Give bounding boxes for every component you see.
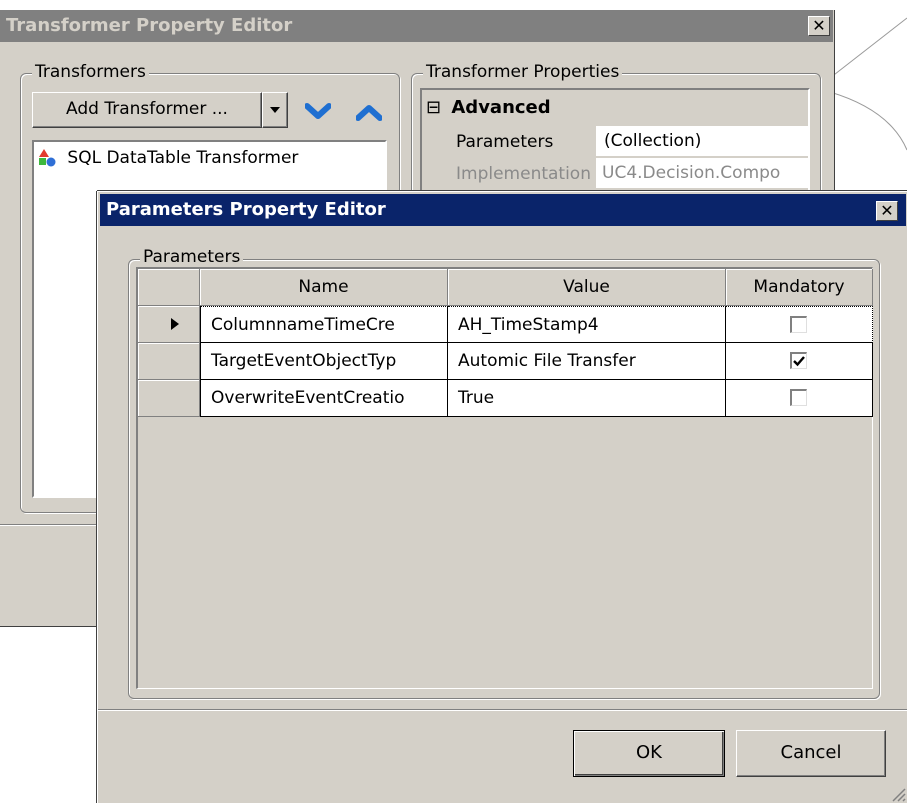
transformer-shapes-icon	[39, 149, 56, 167]
current-row-arrow-icon	[171, 318, 179, 330]
column-header-mandatory[interactable]: Mandatory	[726, 269, 873, 306]
move-down-icon[interactable]	[305, 102, 331, 122]
column-header-name[interactable]: Name	[200, 269, 448, 306]
add-transformer-label: Add Transformer ...	[66, 99, 228, 119]
cancel-label: Cancel	[780, 742, 842, 763]
add-transformer-dropdown[interactable]	[262, 92, 288, 128]
list-item[interactable]: SQL DataTable Transformer	[38, 148, 298, 174]
table-row-mandatory	[726, 306, 873, 343]
transformer-editor-title: Transformer Property Editor	[6, 15, 293, 36]
resize-grip-icon[interactable]	[890, 786, 906, 802]
transformer-editor-close-button[interactable]: ✕	[808, 16, 830, 36]
table-row-name[interactable]: OverwriteEventCreatio	[200, 380, 448, 417]
property-name-parameters[interactable]: Parameters	[456, 128, 553, 156]
parameters-editor-titlebar: Parameters Property Editor	[100, 194, 906, 226]
checkmark-icon	[793, 356, 805, 367]
dialog-footer-divider	[98, 709, 907, 711]
category-advanced[interactable]: ⊟ Advanced	[426, 94, 551, 122]
ok-label: OK	[636, 742, 662, 763]
table-row-mandatory	[726, 343, 873, 380]
table-row-value[interactable]: True	[448, 380, 726, 417]
dropdown-arrow-icon	[270, 107, 280, 113]
close-icon: ✕	[812, 16, 826, 35]
row-header[interactable]	[138, 380, 200, 417]
table-row-value[interactable]: Automic File Transfer	[448, 343, 726, 380]
ok-button[interactable]: OK	[573, 730, 725, 777]
move-up-icon[interactable]	[356, 102, 382, 122]
mandatory-checkbox-checked[interactable]	[790, 352, 807, 369]
category-label: Advanced	[451, 97, 551, 118]
table-row-mandatory	[726, 380, 873, 417]
table-row-value[interactable]: AH_TimeStamp4	[448, 306, 726, 343]
cancel-button[interactable]: Cancel	[736, 730, 886, 777]
close-icon: ✕	[880, 201, 894, 220]
collapse-icon[interactable]: ⊟	[426, 97, 441, 118]
transformer-editor-titlebar: Transformer Property Editor	[0, 10, 833, 42]
add-transformer-button[interactable]: Add Transformer ...	[32, 92, 262, 128]
mandatory-checkbox[interactable]	[790, 389, 807, 406]
transformer-properties-label: Transformer Properties	[423, 62, 623, 82]
row-header[interactable]	[138, 306, 200, 343]
mandatory-checkbox[interactable]	[790, 316, 807, 333]
property-name-implementation[interactable]: Implementation	[456, 160, 596, 188]
grid-corner-header	[138, 269, 200, 306]
table-row-name[interactable]: ColumnnameTimeCre	[200, 306, 448, 343]
property-value-implementation[interactable]: UC4.Decision.Compo	[596, 158, 808, 188]
row-header[interactable]	[138, 343, 200, 380]
transformer-item-label: SQL DataTable Transformer	[67, 148, 299, 168]
parameters-editor-close-button[interactable]: ✕	[876, 201, 898, 221]
property-value-parameters[interactable]: (Collection)	[596, 126, 808, 156]
parameters-grid[interactable]: Name Value Mandatory ColumnnameTimeCre A…	[136, 267, 873, 689]
property-grid[interactable]: ⊟ Advanced Parameters (Collection) Imple…	[420, 88, 810, 198]
parameters-property-editor-dialog: Parameters Property Editor ✕ Parameters …	[97, 191, 907, 803]
transformers-group-label: Transformers	[32, 62, 149, 82]
table-row-name[interactable]: TargetEventObjectTyp	[200, 343, 448, 380]
parameters-group-label: Parameters	[140, 247, 244, 267]
parameters-editor-title: Parameters Property Editor	[106, 199, 386, 220]
column-header-value[interactable]: Value	[448, 269, 726, 306]
background-lines	[830, 17, 907, 151]
